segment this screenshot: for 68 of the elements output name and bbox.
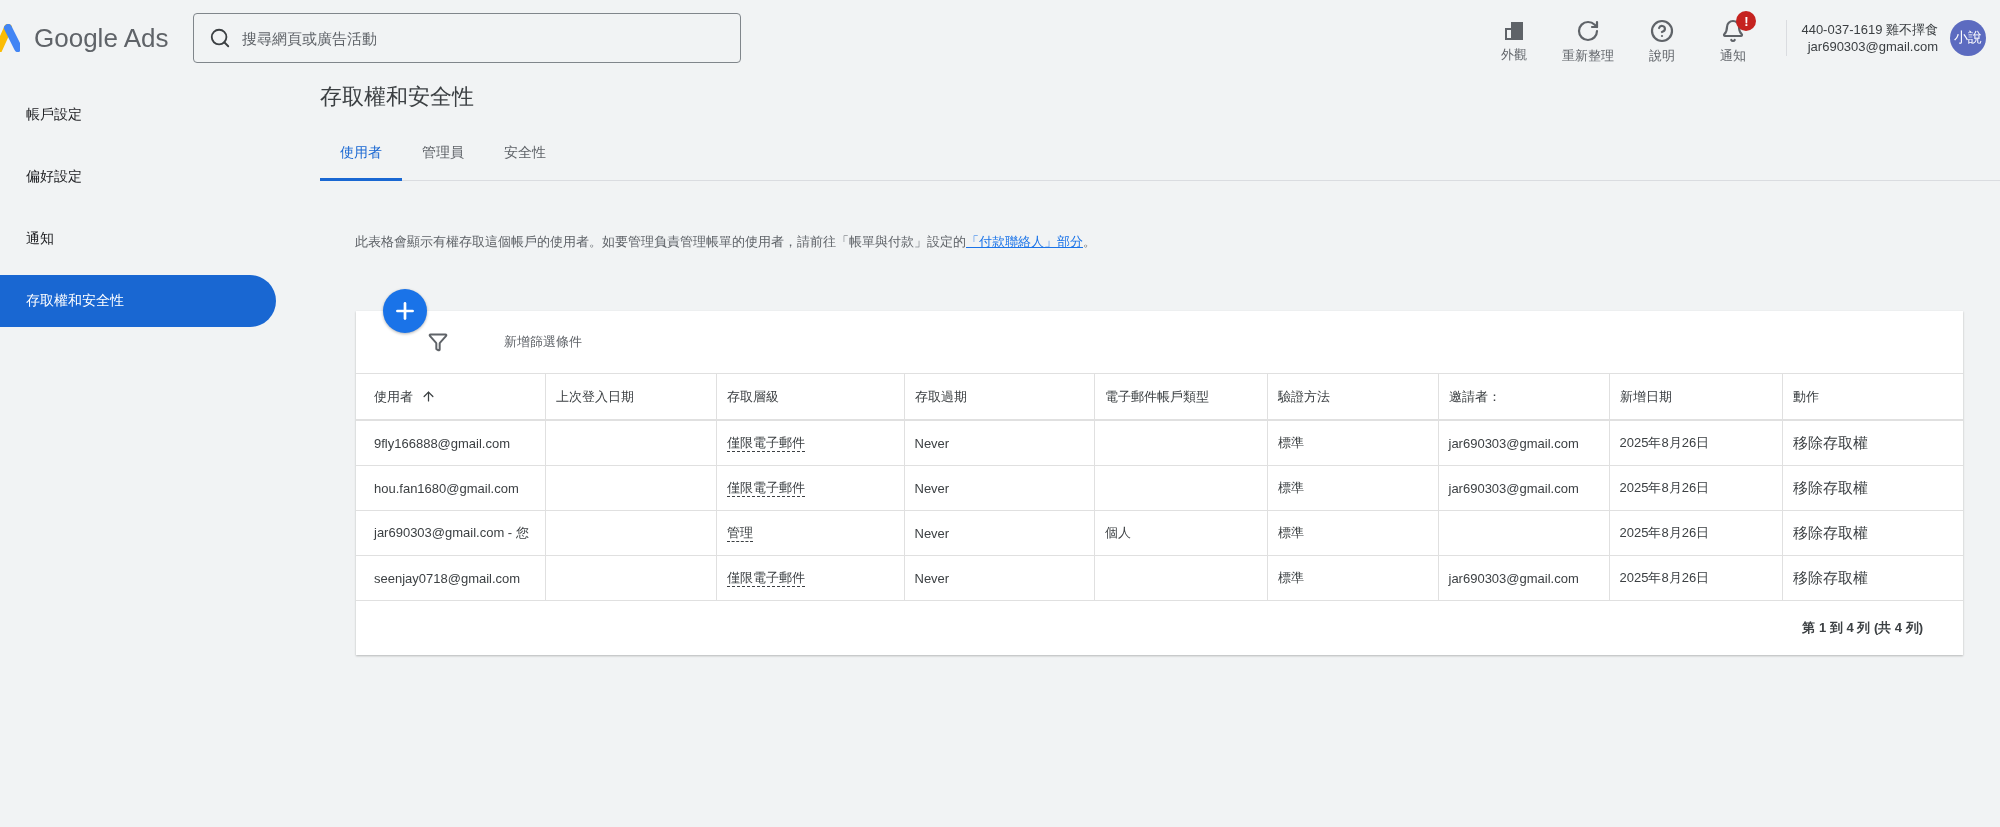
table-cell: 僅限電子郵件 <box>716 555 904 601</box>
logo-text: Google Ads <box>34 22 169 54</box>
remove-access-link[interactable]: 移除存取權 <box>1782 510 1963 556</box>
bar-chart-icon <box>1503 20 1526 42</box>
table-cell: 標準 <box>1267 510 1438 556</box>
table-cell: 個人 <box>1094 510 1267 556</box>
table-cell: Never <box>904 465 1094 511</box>
billing-contacts-link[interactable]: 「付款聯絡人」部分 <box>966 234 1083 249</box>
table-cell: jar690303@gmail.com - 您 <box>356 510 545 556</box>
logo-icon <box>0 24 20 52</box>
table-cell: 僅限電子郵件 <box>716 420 904 466</box>
help-icon <box>1650 19 1675 43</box>
bell-icon <box>1721 19 1746 43</box>
column-header[interactable]: 電子郵件帳戶類型 <box>1094 374 1267 420</box>
sidebar-item[interactable]: 偏好設定 <box>0 151 276 203</box>
search-icon <box>209 27 231 49</box>
column-header[interactable]: 使用者 <box>356 374 545 420</box>
table-cell: 2025年8月26日 <box>1609 465 1782 511</box>
sidebar-item[interactable]: 帳戶設定 <box>0 89 276 141</box>
table-cell: jar690303@gmail.com <box>1438 420 1609 466</box>
remove-access-link[interactable]: 移除存取權 <box>1782 555 1963 601</box>
column-header[interactable]: 存取層級 <box>716 374 904 420</box>
filter-icon <box>428 332 448 352</box>
column-header[interactable]: 驗證方法 <box>1267 374 1438 420</box>
table-cell: 僅限電子郵件 <box>716 465 904 511</box>
table-cell: Never <box>904 510 1094 556</box>
refresh-icon <box>1576 19 1601 43</box>
toolbar-button[interactable]: 通知 ! <box>1710 11 1757 65</box>
filter-button[interactable] <box>428 332 448 352</box>
table-cell: 2025年8月26日 <box>1609 555 1782 601</box>
toolbar-button[interactable]: 說明 <box>1644 11 1681 65</box>
remove-access-link[interactable]: 移除存取權 <box>1782 420 1963 466</box>
table-cell: seenjay0718@gmail.com <box>356 555 545 601</box>
table-cell: jar690303@gmail.com <box>1438 465 1609 511</box>
add-button[interactable] <box>383 289 427 333</box>
table-cell: 管理 <box>716 510 904 556</box>
table-cell: jar690303@gmail.com <box>1438 555 1609 601</box>
page-title: 存取權和安全性 <box>320 83 475 111</box>
tab[interactable]: 安全性 <box>484 130 566 181</box>
column-header[interactable]: 上次登入日期 <box>545 374 716 420</box>
pagination-text: 第 1 到 4 列 (共 4 列) <box>1802 619 1923 637</box>
sidebar-item[interactable]: 通知 <box>0 213 276 265</box>
table-cell: 標準 <box>1267 555 1438 601</box>
account-email: jar690303@gmail.com <box>1807 38 1938 55</box>
table-cell: 9fly166888@gmail.com <box>356 420 545 466</box>
column-header[interactable]: 新增日期 <box>1609 374 1782 420</box>
table-cell: hou.fan1680@gmail.com <box>356 465 545 511</box>
notification-badge: ! <box>1736 11 1757 31</box>
table-cell: Never <box>904 555 1094 601</box>
tab[interactable]: 管理員 <box>402 130 484 181</box>
description-text: 此表格會顯示有權存取這個帳戶的使用者。如要管理負責管理帳單的使用者，請前往「帳單與付款」設定的「付款聯絡人」部分。 <box>355 233 1097 251</box>
table-cell: 標準 <box>1267 465 1438 511</box>
search-field[interactable]: 搜尋網頁或廣告活動 <box>193 13 741 63</box>
tab[interactable]: 使用者 <box>320 130 402 181</box>
column-header[interactable]: 存取過期 <box>904 374 1094 420</box>
column-header[interactable]: 邀請者： <box>1438 374 1609 420</box>
table-cell: 標準 <box>1267 420 1438 466</box>
sidebar-item[interactable]: 存取權和安全性 <box>0 275 276 327</box>
account-name: 440-037-1619 雞不擇食 <box>1801 21 1938 38</box>
table-cell: 2025年8月26日 <box>1609 420 1782 466</box>
table-cell: Never <box>904 420 1094 466</box>
remove-access-link[interactable]: 移除存取權 <box>1782 465 1963 511</box>
avatar[interactable]: 小說 <box>1950 20 1986 56</box>
toolbar-button[interactable]: 重新整理 <box>1562 11 1615 65</box>
table-cell: 2025年8月26日 <box>1609 510 1782 556</box>
column-header[interactable]: 動作 <box>1782 374 1963 420</box>
add-filter-button[interactable]: 新增篩選條件 <box>498 332 588 352</box>
toolbar-button[interactable]: 外觀 <box>1496 12 1533 64</box>
